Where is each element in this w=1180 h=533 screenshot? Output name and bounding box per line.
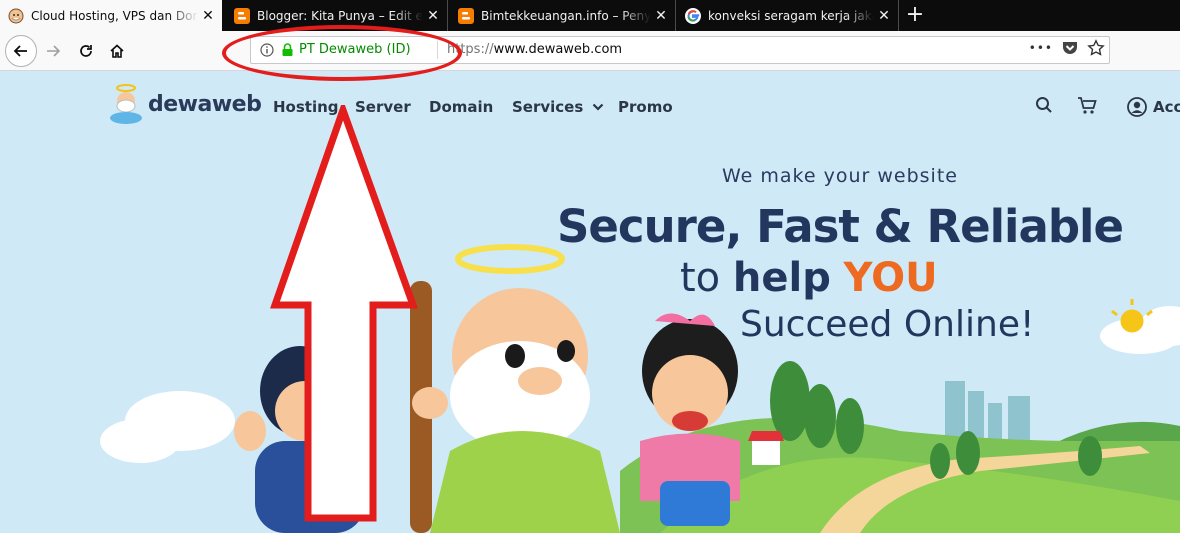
hero-line-2: to help YOU [680, 255, 938, 301]
hero-line-2-you: YOU [843, 255, 938, 301]
blogger-icon [234, 7, 250, 24]
dewaweb-favicon-icon [8, 8, 24, 24]
nav-server[interactable]: Server [355, 98, 411, 116]
url-text[interactable]: https://www.dewaweb.com [447, 42, 622, 57]
close-tab-icon[interactable]: ✕ [651, 8, 671, 24]
new-tab-button[interactable]: + [903, 3, 927, 27]
character-girl [640, 313, 740, 526]
close-tab-icon[interactable]: ✕ [423, 8, 443, 24]
page-action-tools: ••• [1029, 39, 1105, 57]
search-icon[interactable] [1035, 96, 1053, 114]
nav-services[interactable]: Services [512, 98, 604, 116]
back-button[interactable] [5, 35, 37, 67]
page-actions-menu-icon[interactable]: ••• [1029, 41, 1053, 55]
nav-promo[interactable]: Promo [618, 98, 673, 116]
home-button[interactable] [103, 37, 131, 65]
shop-stand [748, 431, 784, 465]
hero-headline: Secure, Fast & Reliable [557, 200, 1124, 253]
tab-title: Blogger: Kita Punya – Edit entri [257, 8, 423, 23]
nav-services-label: Services [512, 98, 584, 116]
pocket-icon[interactable] [1061, 39, 1079, 57]
forward-button[interactable] [39, 37, 67, 65]
annotation-ellipse [222, 25, 462, 81]
logo-text: dewaweb [148, 91, 262, 117]
hero-line-3: Succeed Online! [740, 304, 1035, 345]
tab-title: konveksi seragam kerja jakarta [708, 8, 874, 23]
tab-google-search[interactable]: konveksi seragam kerja jakarta ✕ [677, 0, 899, 31]
dewaweb-logo[interactable]: dewaweb [108, 83, 262, 125]
cart-icon[interactable] [1077, 96, 1097, 115]
hero-line-2-help: help [732, 255, 831, 301]
account-label[interactable]: Acc [1153, 98, 1180, 116]
character-god [410, 244, 620, 533]
tab-bimtek[interactable]: Bimtekkeuangan.info – Penyelenggara ✕ [450, 0, 676, 31]
account-icon[interactable] [1127, 97, 1147, 117]
blogger-icon [458, 7, 474, 24]
nav-domain[interactable]: Domain [429, 98, 493, 116]
hero-line-2-to: to [680, 255, 721, 301]
chevron-down-icon [592, 103, 603, 111]
tab-strip: Cloud Hosting, VPS dan Domain ✕ Blogger:… [0, 0, 1180, 31]
home-icon [110, 44, 124, 58]
annotation-arrow [270, 105, 418, 522]
url-host: www.dewaweb.com [493, 42, 623, 57]
tab-title: Bimtekkeuangan.info – Penyelenggara [481, 8, 651, 23]
forward-arrow-icon [47, 45, 61, 57]
nav-hosting[interactable]: Hosting [273, 98, 339, 116]
bookmark-star-icon[interactable] [1087, 39, 1105, 57]
close-tab-icon[interactable]: ✕ [874, 8, 894, 24]
back-arrow-icon [13, 45, 27, 57]
reload-button[interactable] [72, 37, 100, 65]
tab-dewaweb[interactable]: Cloud Hosting, VPS dan Domain ✕ [0, 0, 222, 31]
reload-icon [80, 45, 92, 57]
google-icon [685, 7, 701, 24]
navigation-toolbar: PT Dewaweb (ID) https://www.dewaweb.com … [0, 31, 1180, 71]
dewaweb-mascot-icon [110, 84, 142, 124]
cloud-left [100, 391, 235, 463]
close-tab-icon[interactable]: ✕ [198, 8, 218, 24]
hero-tagline: We make your website [722, 165, 958, 187]
tab-title: Cloud Hosting, VPS dan Domain [31, 8, 198, 23]
